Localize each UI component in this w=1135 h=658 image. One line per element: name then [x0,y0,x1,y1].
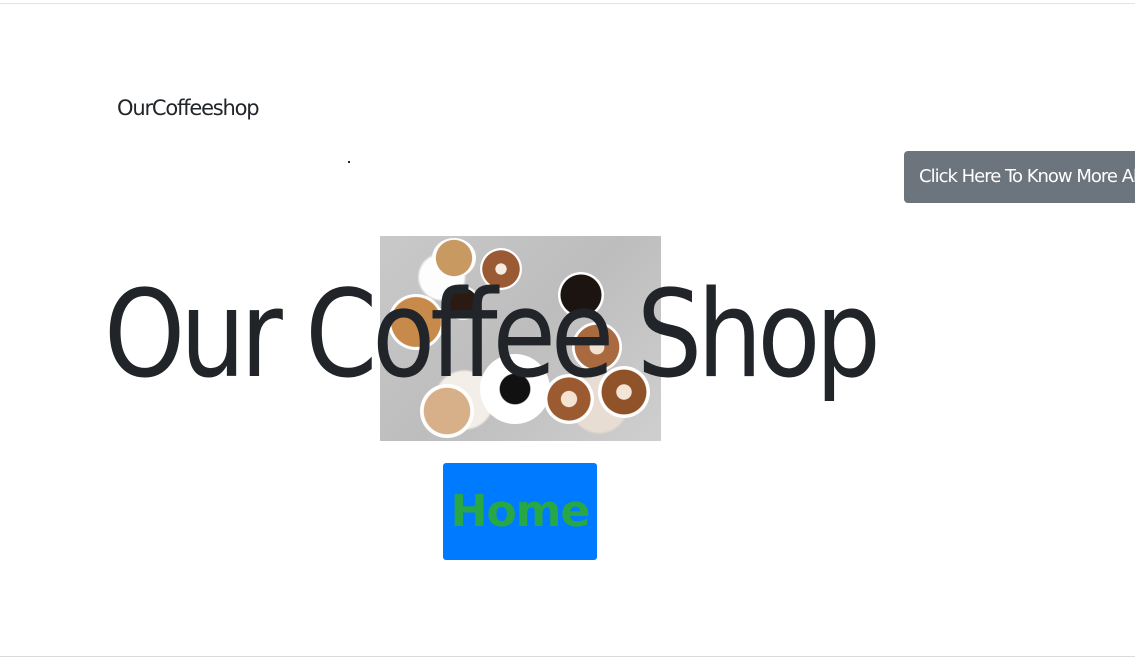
bottom-divider [0,656,1135,657]
top-divider [0,3,1135,4]
hero-title: Our Coffee Shop [104,266,881,405]
home-button[interactable]: Home [443,463,597,560]
stray-dot [348,161,350,163]
know-more-button[interactable]: Click Here To Know More About Us [904,151,1135,203]
navbar-brand[interactable]: OurCoffeeshop [117,96,260,120]
